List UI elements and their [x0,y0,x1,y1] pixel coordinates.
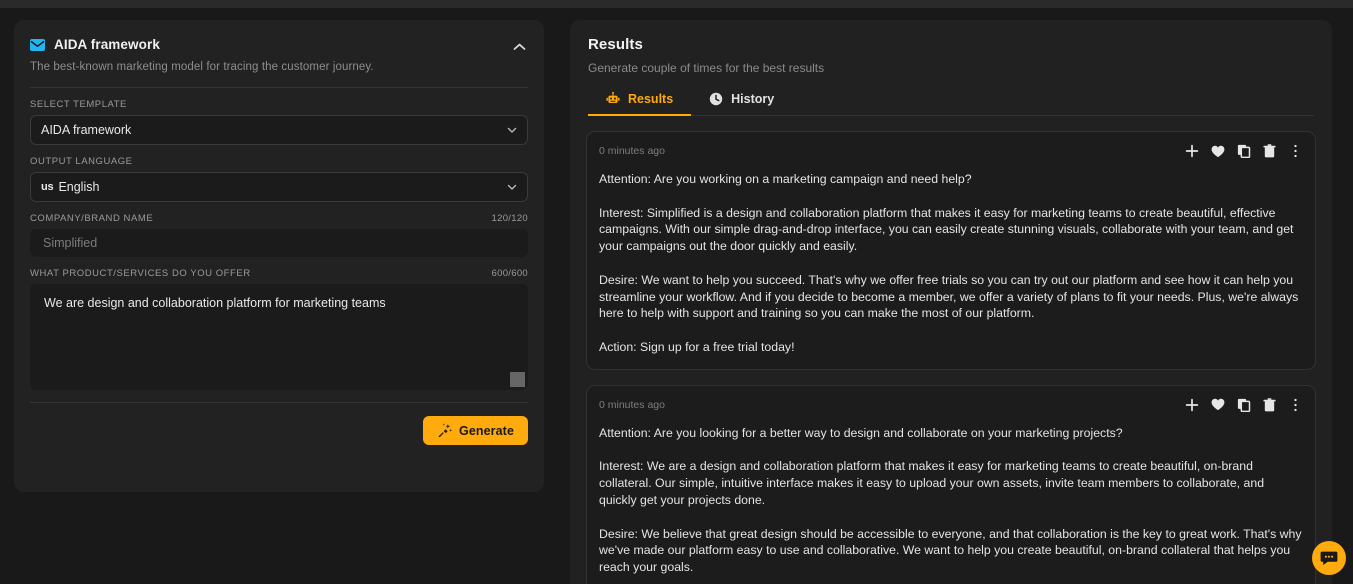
trash-icon[interactable] [1262,397,1277,412]
field-company-brand-name: COMPANY/BRAND NAME 120/120 Simplified [14,213,544,257]
plus-icon[interactable] [1184,144,1199,159]
form-footer: Generate [30,402,528,445]
field-output-language: OUTPUT LANGUAGE us English [14,156,544,202]
results-panel: Results Generate couple of times for the… [570,20,1332,584]
result-card: 0 minutes ago [586,131,1316,370]
chat-support-button[interactable] [1312,541,1346,575]
generate-button-label: Generate [459,423,514,438]
plus-icon[interactable] [1184,397,1199,412]
field-label: OUTPUT LANGUAGE [30,156,133,167]
magic-wand-icon [437,423,452,438]
tab-results-label: Results [628,92,674,106]
tab-history-label: History [731,92,775,106]
copy-icon[interactable] [1236,144,1251,159]
robot-icon [606,92,620,106]
template-form-panel: AIDA framework The best-known marketing … [14,20,544,492]
result-paragraph: Attention: Are you looking for a better … [599,425,1123,440]
result-paragraph: Action: Sign up for a free trial today! [599,339,795,354]
result-paragraph: Interest: We are a design and collaborat… [599,459,1265,507]
field-label: SELECT TEMPLATE [30,99,127,110]
generate-button[interactable]: Generate [423,416,528,445]
tab-results[interactable]: Results [588,92,692,116]
panel-subtitle: The best-known marketing model for traci… [30,61,374,73]
results-tabs: Results History [588,92,1314,116]
output-language-value: English [58,180,100,194]
us-flag-icon: us [41,181,54,193]
result-timestamp: 0 minutes ago [599,145,665,157]
tab-history[interactable]: History [691,92,792,115]
field-label: WHAT PRODUCT/SERVICES DO YOU OFFER [30,268,251,279]
window-top-strip [0,0,1353,8]
clock-icon [709,92,723,106]
field-product-services: WHAT PRODUCT/SERVICES DO YOU OFFER 600/6… [14,268,544,390]
panel-title: AIDA framework [54,37,160,52]
result-card-body: Attention: Are you looking for a better … [599,425,1303,584]
envelope-icon [30,38,45,51]
result-paragraph: Attention: Are you working on a marketin… [599,172,972,186]
chevron-up-icon[interactable] [508,36,530,58]
result-card: 0 minutes ago [586,384,1316,584]
header-divider [30,87,528,88]
result-card-body: Attention: Are you working on a marketin… [599,171,1303,356]
field-select-template: SELECT TEMPLATE AIDA framework [14,99,544,145]
result-timestamp: 0 minutes ago [599,398,665,411]
template-panel-header: AIDA framework The best-known marketing … [14,20,544,73]
product-services-textarea[interactable]: We are design and collaboration platform… [30,284,528,390]
select-template-dropdown[interactable]: AIDA framework [30,115,528,145]
more-vertical-icon[interactable] [1288,144,1303,159]
select-template-value: AIDA framework [41,123,132,137]
chevron-down-icon [506,181,518,193]
result-paragraph: Interest: Simplified is a design and col… [599,205,1294,254]
results-list: 0 minutes ago Attention: Are you working… [570,116,1332,584]
chevron-down-icon [506,124,518,136]
input-placeholder: Simplified [43,236,98,250]
result-card-actions [1184,397,1303,412]
chat-bubble-icon [1320,549,1338,567]
copy-icon[interactable] [1236,397,1251,412]
trash-icon[interactable] [1262,144,1277,159]
char-counter: 600/600 [491,268,528,279]
field-label: COMPANY/BRAND NAME [30,213,154,224]
char-counter: 120/120 [491,213,528,224]
results-subtitle: Generate couple of times for the best re… [588,61,825,75]
company-brand-name-input[interactable]: Simplified [30,229,528,257]
heart-icon[interactable] [1210,397,1225,412]
results-panel-header: Results Generate couple of times for the… [570,20,1332,116]
textarea-resize-handle[interactable] [510,372,525,387]
textarea-value: We are design and collaboration platform… [44,296,386,310]
result-paragraph: Desire: We want to help you succeed. Tha… [599,272,1299,321]
results-title: Results [588,36,643,53]
result-paragraph: Desire: We believe that great design sho… [599,526,1302,575]
result-card-actions [1184,144,1303,159]
more-vertical-icon[interactable] [1288,397,1303,412]
heart-icon[interactable] [1210,144,1225,159]
output-language-dropdown[interactable]: us English [30,172,528,202]
